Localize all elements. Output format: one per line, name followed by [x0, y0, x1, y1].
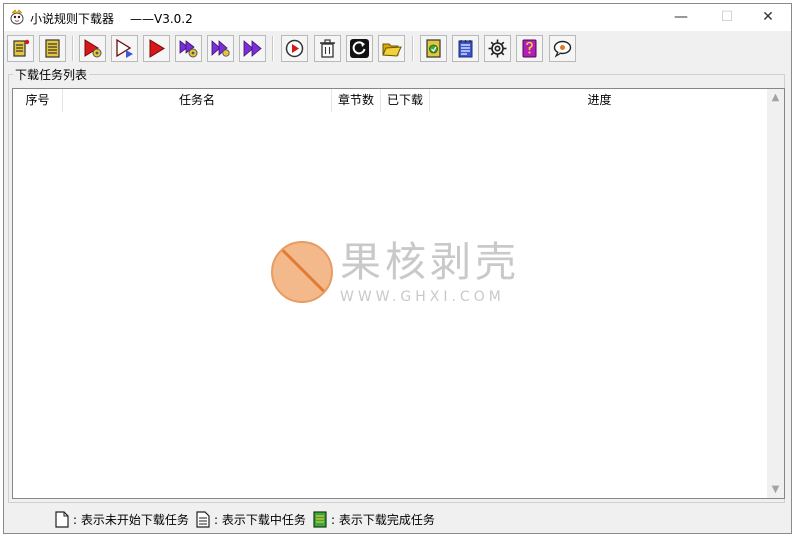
completed-doc-icon: [313, 510, 327, 528]
new-rule-icon: [13, 39, 30, 57]
delete-icon: [320, 39, 335, 58]
maximize-button[interactable]: ☐: [704, 4, 750, 31]
scroll-down-arrow[interactable]: ▼: [767, 481, 784, 498]
start-queue-icon: [116, 38, 133, 58]
start-settings-button[interactable]: [79, 35, 106, 62]
toolbar-separator: [272, 36, 274, 61]
book-list-button[interactable]: [39, 35, 66, 62]
task-list-header: 序号 任务名 章节数 已下载 进度: [13, 89, 769, 112]
start-queue-button[interactable]: [111, 35, 138, 62]
title-bar: 小说规则下载器 ——V3.0.2 — ☐ ✕: [4, 4, 791, 31]
book-list-icon: [45, 39, 60, 58]
column-header-downloaded[interactable]: 已下载: [381, 89, 430, 112]
start-double-settings-icon: [211, 40, 230, 57]
chat-icon: [553, 40, 572, 58]
start-all-settings-icon: [179, 40, 198, 58]
downloading-doc-icon: [196, 510, 210, 528]
settings-button[interactable]: [484, 35, 511, 62]
export-icon: [426, 39, 441, 58]
watermark-text: 果核剥壳: [340, 238, 520, 286]
help-book-icon: [522, 39, 537, 58]
new-rule-button[interactable]: [7, 35, 34, 62]
toolbar: [4, 31, 791, 67]
not-started-doc-icon: [55, 510, 69, 528]
reset-button[interactable]: [346, 35, 373, 62]
reset-icon: [350, 39, 369, 58]
export-button[interactable]: [420, 35, 447, 62]
legend-not-started-label: : 表示未开始下载任务: [73, 512, 189, 527]
settings-icon: [488, 39, 507, 58]
notepad-icon: [458, 40, 473, 58]
column-header-index[interactable]: 序号: [13, 89, 63, 112]
start-all-button[interactable]: [239, 35, 266, 62]
watermark-url: WWW.GHXI.COM: [340, 289, 505, 305]
vertical-scrollbar[interactable]: ▲ ▼: [767, 89, 784, 498]
notepad-button[interactable]: [452, 35, 479, 62]
window-title-name: 小说规则下载器: [30, 12, 115, 26]
start-settings-icon: [84, 39, 102, 58]
start-button[interactable]: [143, 35, 170, 62]
watermark-logo: [271, 241, 333, 303]
column-header-task-name[interactable]: 任务名: [63, 89, 332, 112]
legend-completed-label: : 表示下载完成任务: [331, 512, 435, 527]
minimize-button[interactable]: —: [658, 4, 704, 31]
status-bar: : 表示未开始下载任务 : 表示下载中任务 : 表示下载完成任务: [4, 503, 791, 533]
column-header-progress[interactable]: 进度: [430, 89, 769, 112]
window-title-version: ——V3.0.2: [130, 12, 193, 26]
delete-button[interactable]: [314, 35, 341, 62]
legend-not-started: : 表示未开始下载任务: [55, 510, 189, 528]
legend-downloading: : 表示下载中任务: [196, 510, 306, 528]
start-double-settings-button[interactable]: [207, 35, 234, 62]
open-folder-icon: [382, 43, 402, 57]
start-all-icon: [243, 40, 262, 57]
open-folder-button[interactable]: [378, 35, 405, 62]
legend-completed: : 表示下载完成任务: [313, 510, 435, 528]
start-all-settings-button[interactable]: [175, 35, 202, 62]
legend-downloading-label: : 表示下载中任务: [214, 512, 306, 527]
task-group-legend: 下载任务列表: [13, 68, 90, 82]
refresh-icon: [285, 39, 304, 58]
app-icon: [10, 9, 24, 25]
toolbar-separator: [72, 36, 74, 61]
help-book-button[interactable]: [516, 35, 543, 62]
refresh-button[interactable]: [281, 35, 308, 62]
scroll-up-arrow[interactable]: ▲: [767, 89, 784, 106]
chat-button[interactable]: [549, 35, 576, 62]
close-button[interactable]: ✕: [745, 4, 791, 31]
window-title: 小说规则下载器 ——V3.0.2: [30, 10, 193, 27]
column-header-chapters[interactable]: 章节数: [332, 89, 381, 112]
start-icon: [149, 39, 165, 58]
main-window: 小说规则下载器 ——V3.0.2 — ☐ ✕ 下载任务列表 序号 任务名 章节数…: [3, 3, 792, 534]
toolbar-separator: [412, 36, 414, 61]
